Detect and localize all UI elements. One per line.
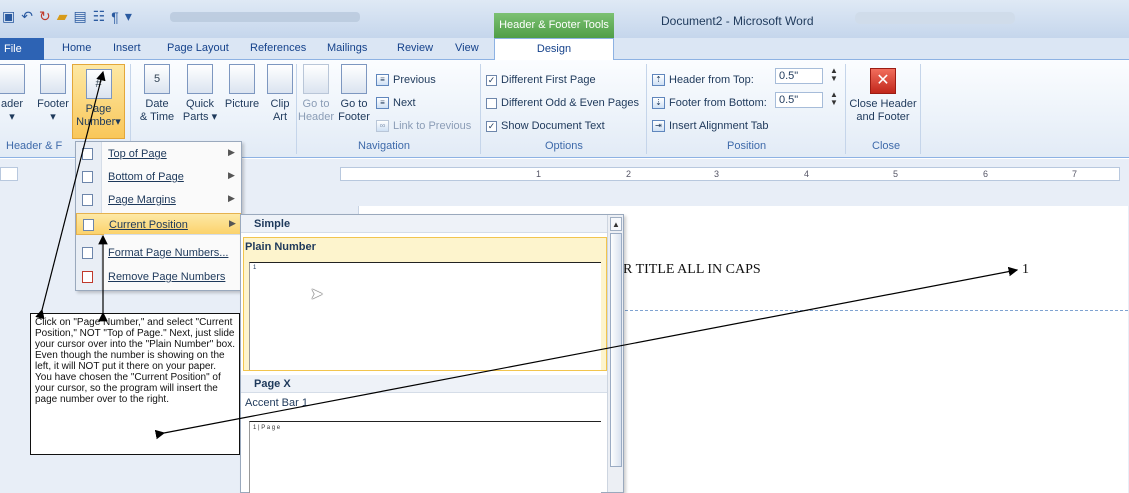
arrow-to-page-number-result: [154, 266, 1019, 440]
annotation-arrows: [35, 70, 1019, 440]
arrow-to-page-number: [35, 70, 106, 320]
